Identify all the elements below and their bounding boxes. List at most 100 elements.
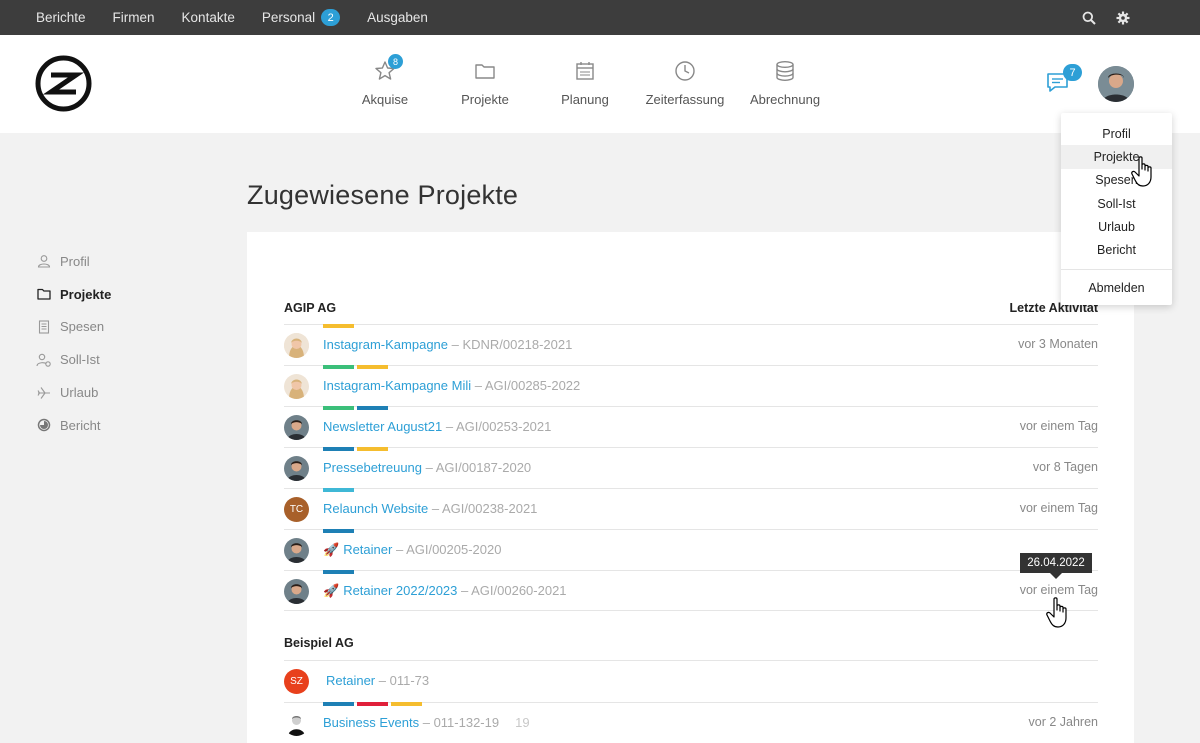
database-icon xyxy=(773,59,797,83)
folder-icon xyxy=(36,286,52,302)
rocket-icon: 🚀 xyxy=(323,542,340,557)
avatar xyxy=(284,711,309,736)
table-row[interactable]: Instagram-Kampagne Mili – AGI/00285-2022 xyxy=(284,365,1098,406)
topnav-ausgaben[interactable]: Ausgaben xyxy=(367,10,428,25)
menu-item-profil[interactable]: Profil xyxy=(1061,122,1172,145)
table-row[interactable]: Newsletter August21 – AGI/00253-2021 vor… xyxy=(284,406,1098,447)
menu-item-urlaub[interactable]: Urlaub xyxy=(1061,215,1172,238)
clock-icon xyxy=(673,59,697,83)
messages-count-badge: 7 xyxy=(1063,64,1082,81)
project-tags xyxy=(323,447,391,451)
project-tags xyxy=(323,324,357,328)
last-activity: vor einem Tag xyxy=(1019,501,1098,515)
avatar xyxy=(284,538,309,563)
project-link[interactable]: Relaunch Website xyxy=(323,501,428,516)
project-link[interactable]: Pressebetreuung xyxy=(323,460,422,475)
sidebar-item-profil[interactable]: Profil xyxy=(36,245,111,278)
hand-cursor-icon xyxy=(1046,597,1067,628)
project-tags xyxy=(323,702,425,706)
gear-icon[interactable] xyxy=(1116,11,1130,25)
page-title: Zugewiesene Projekte xyxy=(247,180,519,210)
project-tag xyxy=(323,488,354,492)
projects-card: AGIP AG Letzte Aktivität Instagram-Kampa… xyxy=(247,232,1134,743)
akquise-count-badge: 8 xyxy=(388,54,403,69)
avatar xyxy=(284,333,309,358)
plane-icon xyxy=(36,385,52,401)
last-activity: vor einem Tag xyxy=(1019,583,1098,597)
menu-item-abmelden[interactable]: Abmelden xyxy=(1061,277,1172,300)
avatar xyxy=(284,579,309,604)
sidebar-item-bericht[interactable]: Bericht xyxy=(36,409,111,442)
nav-projekte[interactable]: Projekte xyxy=(435,35,535,133)
project-link[interactable]: Newsletter August21 xyxy=(323,419,442,434)
project-tag xyxy=(323,406,354,410)
project-ref: – AGI/00260-2021 xyxy=(457,583,567,598)
last-activity: vor einem Tag xyxy=(1019,419,1098,433)
folder-icon xyxy=(473,59,497,83)
table-row[interactable]: Business Events – 011-132-19 19 vor 2 Jah… xyxy=(284,702,1098,743)
star-icon: 8 xyxy=(373,54,403,83)
project-ref: – KDNR/00218-2021 xyxy=(448,337,573,352)
project-link[interactable]: Business Events xyxy=(323,715,419,730)
top-bar: Berichte Firmen Kontakte Personal 2 Ausga… xyxy=(0,0,1200,35)
messages-button[interactable]: 7 xyxy=(1045,64,1082,96)
sidebar-item-spesen[interactable]: Spesen xyxy=(36,311,111,344)
project-link[interactable]: Retainer xyxy=(326,673,375,688)
project-ref-tail: 19 xyxy=(515,715,530,730)
nav-zeiterfassung[interactable]: Zeiterfassung xyxy=(635,35,735,133)
project-link[interactable]: Instagram-Kampagne Mili xyxy=(323,378,471,393)
sidebar-item-soll-ist[interactable]: Soll-Ist xyxy=(36,343,111,376)
group-name: Beispiel AG xyxy=(284,636,354,650)
company-logo[interactable] xyxy=(35,55,92,112)
topnav-kontakte[interactable]: Kontakte xyxy=(182,10,235,25)
hand-cursor-icon xyxy=(1131,156,1152,187)
group-header: Beispiel AG xyxy=(284,636,1098,650)
user-avatar[interactable] xyxy=(1098,66,1134,102)
project-tags xyxy=(323,570,357,574)
search-icon[interactable] xyxy=(1082,11,1096,25)
project-tags xyxy=(323,365,391,369)
nav-planung[interactable]: Planung xyxy=(535,35,635,133)
calendar-icon xyxy=(573,59,597,83)
date-tooltip: 26.04.2022 xyxy=(1020,553,1092,579)
project-ref: – AGI/00285-2022 xyxy=(471,378,581,393)
sidebar: Profil Projekte Spesen Soll-Ist Urlaub B… xyxy=(36,245,111,442)
avatar-initials: TC xyxy=(289,504,304,515)
project-tag xyxy=(323,447,354,451)
project-tag xyxy=(323,570,354,574)
menu-item-bericht[interactable]: Bericht xyxy=(1061,238,1172,261)
user-dropdown-menu: Profil Projekte Spesen Soll-Ist Urlaub B… xyxy=(1061,113,1172,305)
topnav-berichte[interactable]: Berichte xyxy=(36,10,86,25)
topnav-personal[interactable]: Personal 2 xyxy=(262,9,341,26)
table-row[interactable]: TC Relaunch Website – AGI/00238-2021 vor… xyxy=(284,488,1098,529)
table-row[interactable]: SZ Retainer – 011-73 xyxy=(284,660,1098,701)
project-ref: – AGI/00238-2021 xyxy=(428,501,538,516)
table-row[interactable]: Instagram-Kampagne – KDNR/00218-2021 vor… xyxy=(284,324,1098,365)
topnav-firmen[interactable]: Firmen xyxy=(113,10,155,25)
project-link[interactable]: Instagram-Kampagne xyxy=(323,337,448,352)
nav-abrechnung[interactable]: Abrechnung xyxy=(735,35,835,133)
project-ref: – 011-73 xyxy=(375,673,430,688)
project-tag xyxy=(323,324,354,328)
project-link[interactable]: Retainer 2022/2023 xyxy=(343,583,457,598)
avatar xyxy=(284,415,309,440)
rocket-icon: 🚀 xyxy=(323,583,340,598)
sidebar-item-urlaub[interactable]: Urlaub xyxy=(36,376,111,409)
top-nav: Berichte Firmen Kontakte Personal 2 Ausga… xyxy=(36,0,455,35)
last-activity: vor 8 Tagen xyxy=(1032,460,1098,474)
project-ref: – 011-132-19 xyxy=(419,715,500,730)
sidebar-item-projekte[interactable]: Projekte xyxy=(36,278,111,311)
table-row[interactable]: Pressebetreuung – AGI/00187-2020 vor 8 T… xyxy=(284,447,1098,488)
project-tag xyxy=(323,365,354,369)
last-activity: vor 2 Jahren xyxy=(1028,715,1098,729)
project-ref: – AGI/00205-2020 xyxy=(392,542,502,557)
table-row[interactable]: 🚀 Retainer 2022/2023 – AGI/00260-2021 vor… xyxy=(284,570,1098,611)
project-ref: – AGI/00187-2020 xyxy=(422,460,532,475)
avatar: TC xyxy=(284,497,309,522)
project-link[interactable]: Retainer xyxy=(343,542,392,557)
last-activity: vor 3 Monaten xyxy=(1018,337,1098,351)
table-row[interactable]: 🚀 Retainer – AGI/00205-2020 xyxy=(284,529,1098,570)
menu-item-soll-ist[interactable]: Soll-Ist xyxy=(1061,192,1172,215)
nav-akquise[interactable]: 8 Akquise xyxy=(335,35,435,133)
avatar xyxy=(284,374,309,399)
